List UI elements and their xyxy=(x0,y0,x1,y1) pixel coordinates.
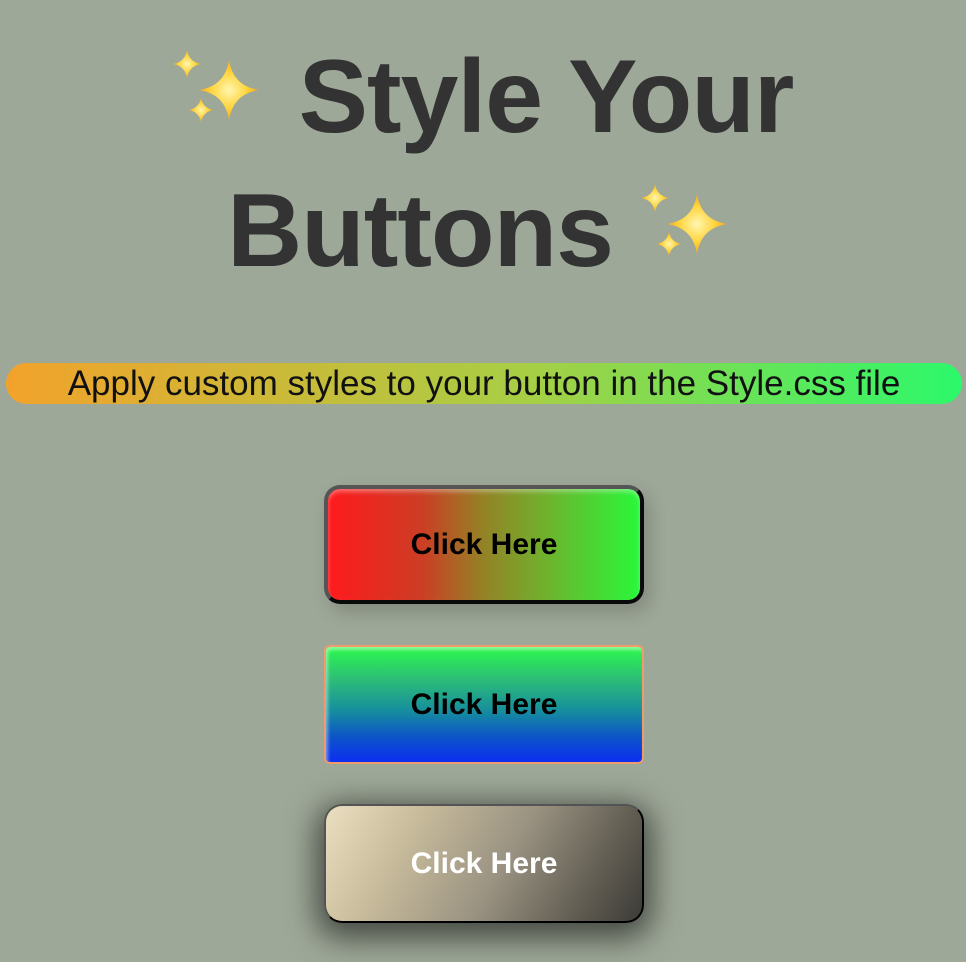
page-title: Style Your Buttons xyxy=(0,30,966,298)
click-here-button-1[interactable]: Click Here xyxy=(324,485,644,604)
button-label: Click Here xyxy=(410,846,558,880)
sparkles-icon xyxy=(640,176,739,272)
subtitle-banner: Apply custom styles to your button in th… xyxy=(6,363,962,404)
click-here-button-3[interactable]: Click Here xyxy=(324,804,644,923)
page: Style Your Buttons Apply custom styles t… xyxy=(0,0,966,962)
button-label: Click Here xyxy=(410,527,558,561)
title-line-2: Buttons xyxy=(0,164,966,298)
title-line-1: Style Your xyxy=(0,30,966,164)
title-line-2-text: Buttons xyxy=(227,173,614,289)
button-label: Click Here xyxy=(410,687,558,721)
subtitle-text: Apply custom styles to your button in th… xyxy=(67,364,901,403)
sparkles-icon xyxy=(172,42,271,138)
title-line-1-text: Style Your xyxy=(298,39,795,155)
click-here-button-2[interactable]: Click Here xyxy=(324,645,644,764)
